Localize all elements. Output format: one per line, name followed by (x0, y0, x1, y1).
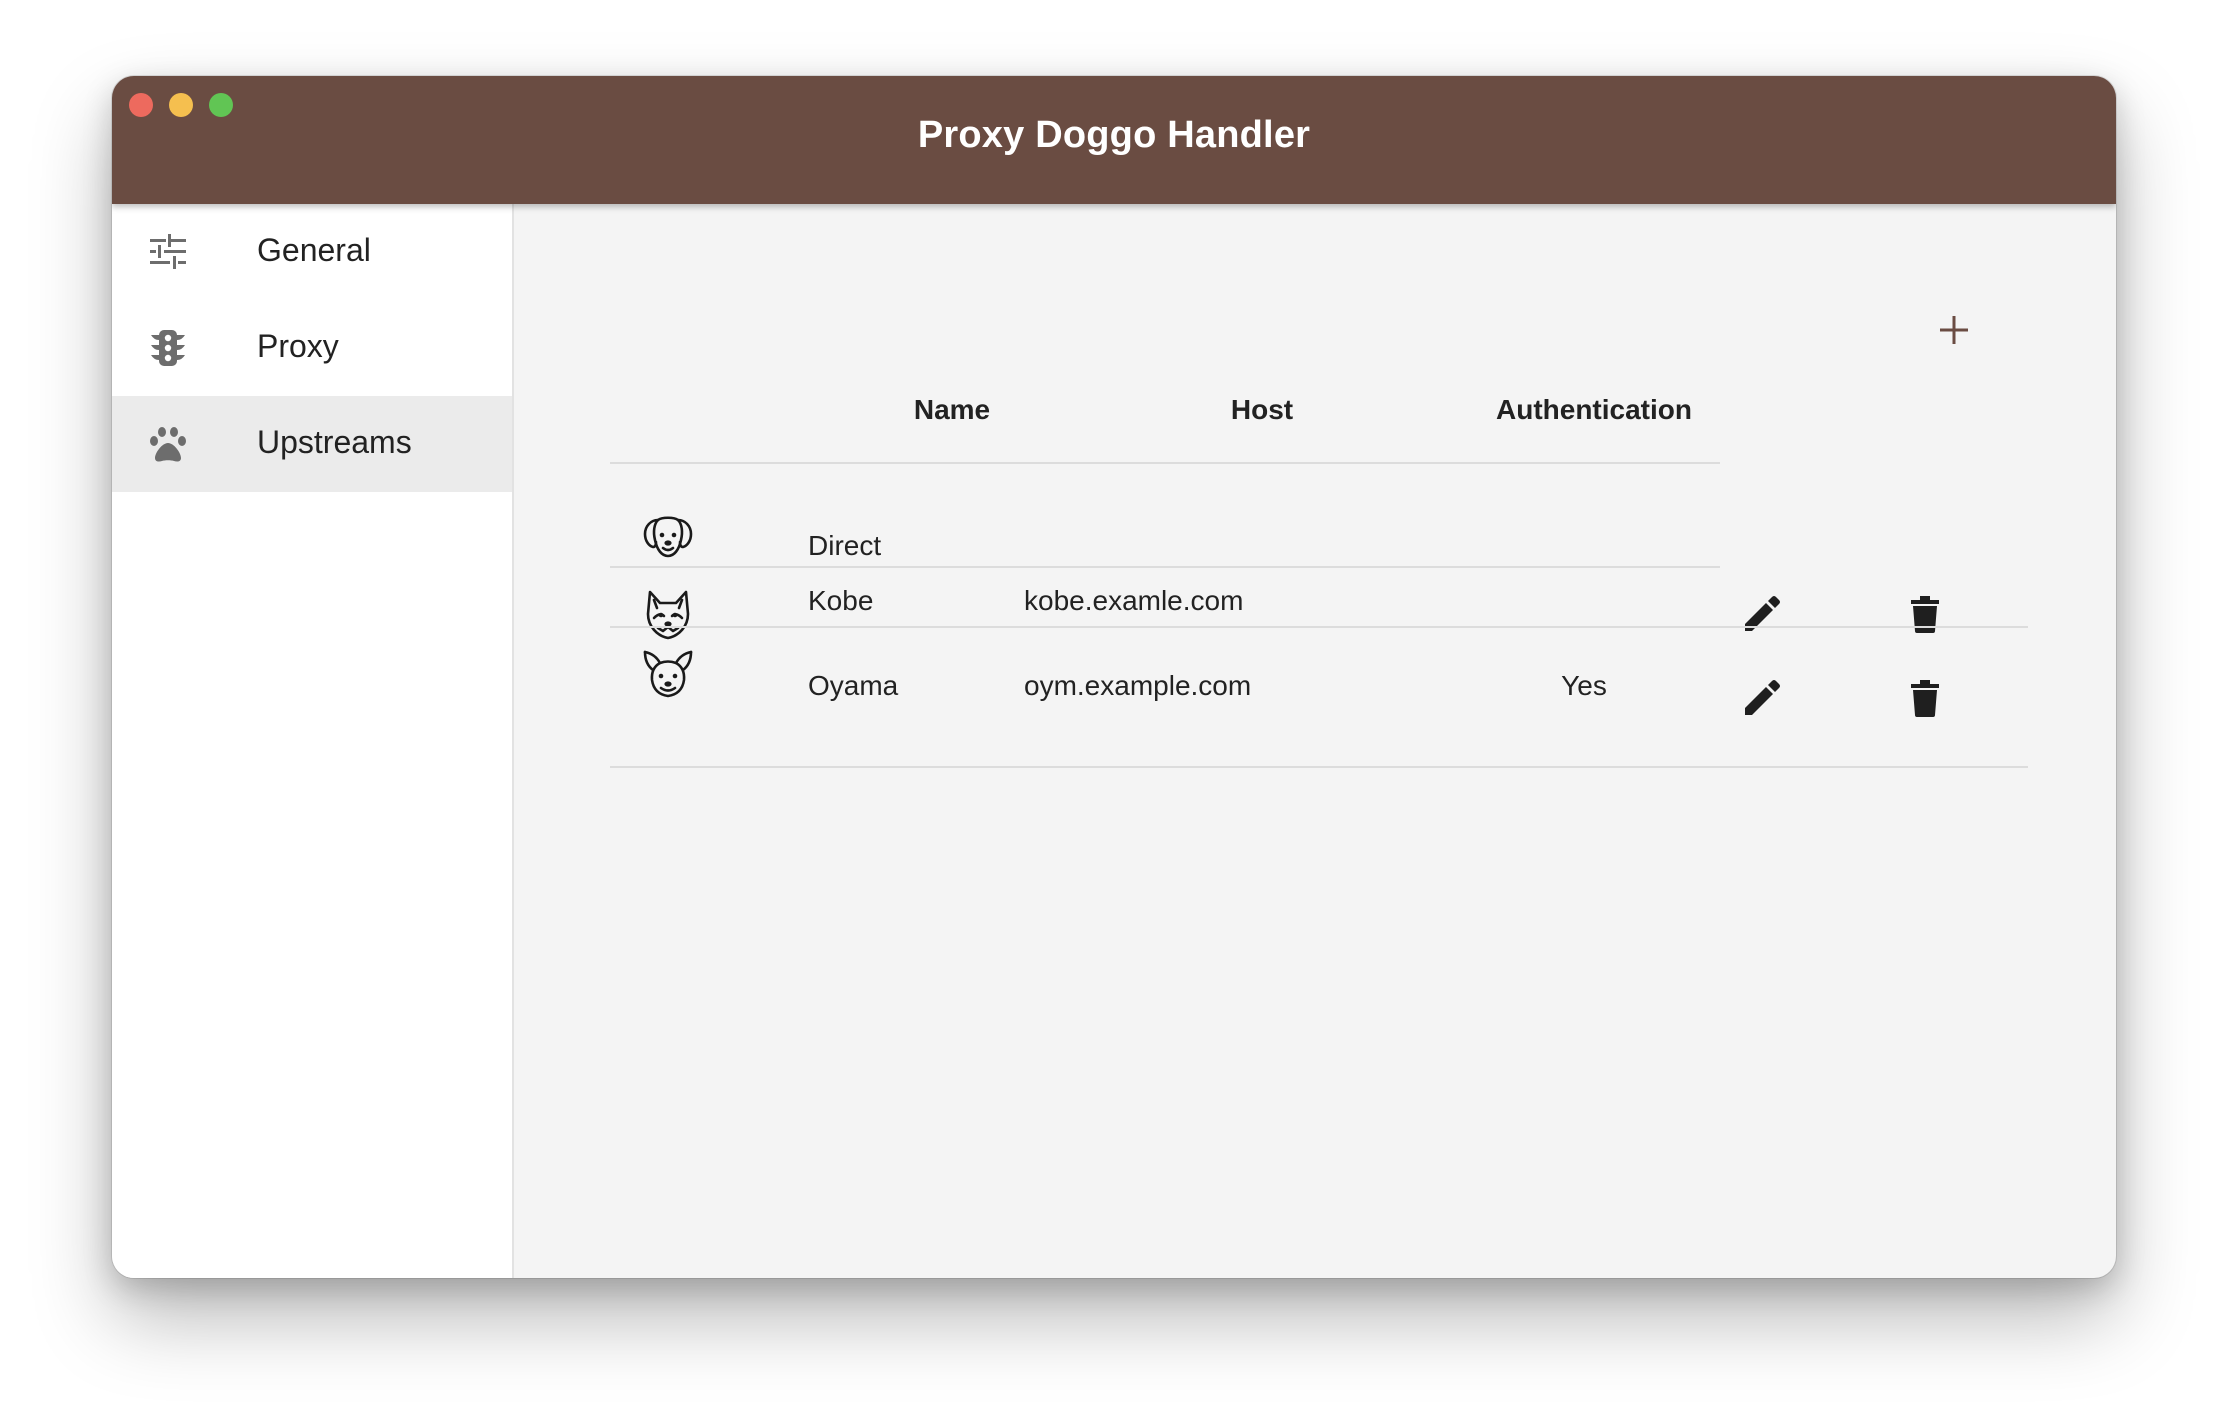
golden-retriever-face-icon (643, 516, 693, 558)
row-kobe-host: kobe.examle.com (1024, 585, 1244, 616)
row-oyama-name: Oyama (808, 670, 899, 701)
column-header-name: Name (913, 394, 991, 425)
header-divider (610, 462, 1720, 464)
plus-icon (1940, 316, 1968, 344)
sidebar-item-label: Proxy (257, 328, 339, 364)
upstreams-panel: Name Host Authentication Direct Kobe kob… (514, 204, 2116, 1278)
paw-icon (150, 427, 186, 462)
tune-sliders-icon (150, 234, 186, 269)
column-header-authentication: Authentication (1496, 394, 1692, 425)
app-window: Proxy Doggo Handler General Proxy Upstre… (112, 76, 2116, 1278)
edit-kobe-button[interactable] (1740, 592, 1784, 636)
sidebar-item-upstreams[interactable]: Upstreams (112, 396, 512, 492)
row-direct-name: Direct (808, 530, 882, 561)
pencil-icon (1745, 680, 1780, 715)
sidebar-item-label: General (257, 232, 371, 268)
column-header-host: Host (1230, 394, 1294, 425)
row-oyama-host: oym.example.com (1024, 670, 1252, 701)
row-divider (610, 566, 1720, 568)
trash-icon (1911, 680, 1939, 717)
sidebar-item-general[interactable]: General (112, 204, 512, 300)
add-upstream-button[interactable] (1932, 308, 1976, 352)
edit-oyama-button[interactable] (1740, 676, 1784, 720)
delete-kobe-button[interactable] (1903, 592, 1947, 636)
traffic-light-icon (151, 330, 185, 366)
title-bar: Proxy Doggo Handler (112, 76, 2116, 204)
sidebar-item-label: Upstreams (257, 424, 412, 460)
husky-face-icon (646, 590, 690, 640)
row-divider (610, 626, 2028, 628)
sidebar: General Proxy Upstreams (112, 204, 514, 1278)
sidebar-item-proxy[interactable]: Proxy (112, 300, 512, 396)
row-divider (610, 766, 2028, 768)
delete-oyama-button[interactable] (1903, 676, 1947, 720)
corgi-face-icon (643, 650, 693, 698)
row-oyama-auth: Yes (1561, 670, 1607, 701)
row-kobe-name: Kobe (808, 585, 874, 616)
app-title: Proxy Doggo Handler (917, 114, 1311, 156)
